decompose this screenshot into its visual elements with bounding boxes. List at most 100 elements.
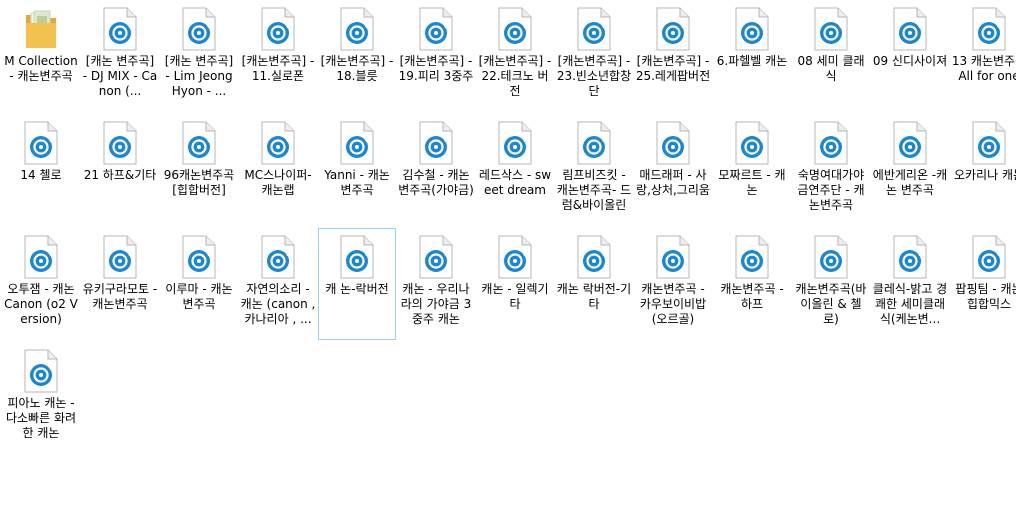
file-name-label: 캐논변주곡 - 하프 xyxy=(720,282,784,311)
audio-file-item[interactable]: Yanni - 캐논변주곡 xyxy=(318,114,396,226)
audio-file-item[interactable]: 오카리나 캐논 xyxy=(950,114,1016,226)
audio-file-item[interactable]: [캐논 변주곡] - DJ MIX - Canon (... xyxy=(81,0,159,112)
file-name-label: Yanni - 캐논변주곡 xyxy=(324,168,390,197)
audio-file-icon xyxy=(260,7,296,51)
file-name-label: [캐논변주곡] - 19.피리 3중주 xyxy=(398,54,474,83)
audio-file-item[interactable]: 매드래퍼 - 사랑,상처,그리움 xyxy=(634,114,712,226)
audio-file-icon xyxy=(23,349,59,393)
audio-file-item[interactable]: 캐논 - 우리나라의 가야금 3중주 캐논 xyxy=(397,228,475,340)
audio-file-item[interactable]: 림프비즈킷 - 캐논변주곡- 드럼&바이올린 xyxy=(555,114,633,226)
audio-file-item[interactable]: 14 첼로 xyxy=(2,114,80,226)
audio-file-icon xyxy=(655,235,691,279)
audio-file-item[interactable]: 6.파헬벨 캐논 xyxy=(713,0,791,112)
audio-file-item[interactable]: [캐논변주곡] - 18.블릇 xyxy=(318,0,396,112)
file-name-label: MC스나이퍼-캐논랩 xyxy=(244,168,312,197)
audio-file-icon xyxy=(181,235,217,279)
audio-file-icon xyxy=(734,235,770,279)
audio-file-item[interactable]: 피아노 캐논 - 다소빠른 화려한 캐논 xyxy=(2,342,80,454)
audio-file-icon xyxy=(892,121,928,165)
audio-file-item[interactable]: 모짜르트 - 캐논 xyxy=(713,114,791,226)
file-name-label: 오카리나 캐논 xyxy=(953,168,1016,182)
icon-row: 피아노 캐논 - 다소빠른 화려한 캐논 xyxy=(0,342,1016,456)
file-name-label: 피아노 캐논 - 다소빠른 화려한 캐논 xyxy=(5,396,77,440)
file-grid: M Collection - 캐논변주곡 [캐논 변주곡] - DJ MIX -… xyxy=(0,0,1016,506)
audio-file-item[interactable]: [캐논변주곡] - 23.빈소년합창단 xyxy=(555,0,633,112)
audio-file-icon xyxy=(734,7,770,51)
audio-file-item[interactable]: 김수철 - 캐논변주곡(가야금) xyxy=(397,114,475,226)
file-name-label: 캐논 락버전-기타 xyxy=(556,282,632,311)
audio-file-icon xyxy=(813,121,849,165)
file-name-label: 숙명여대가야금연주단 - 캐논변주곡 xyxy=(797,168,865,212)
audio-file-item[interactable]: MC스나이퍼-캐논랩 xyxy=(239,114,317,226)
audio-file-item[interactable]: [캐논변주곡] - 22.테크노 버전 xyxy=(476,0,554,112)
audio-file-icon xyxy=(813,7,849,51)
audio-file-icon xyxy=(181,121,217,165)
audio-file-item[interactable]: 96캐논변주곡[힙합버전] xyxy=(160,114,238,226)
audio-file-icon xyxy=(497,121,533,165)
file-name-label: 6.파헬벨 캐논 xyxy=(716,54,788,68)
audio-file-item[interactable]: 08 세미 클래식 xyxy=(792,0,870,112)
audio-file-item[interactable]: 캐논 - 일렉기타 xyxy=(476,228,554,340)
file-name-label: 이루마 - 캐논 변주곡 xyxy=(165,282,233,311)
audio-file-icon xyxy=(260,121,296,165)
audio-file-icon xyxy=(576,7,612,51)
icon-row: 14 첼로 21 하프&기타 96캐논변주곡[힙합버전] MC스나이퍼-캐논랩 … xyxy=(0,114,1016,228)
audio-file-item[interactable]: 유키구라모토 - 캐논변주곡 xyxy=(81,228,159,340)
file-name-label: 자연의소리 - 캐논 (canon , 카나리아 , ... xyxy=(240,282,316,326)
file-name-label: [캐논변주곡] - 25.레게팝버전 xyxy=(635,54,711,83)
audio-file-icon xyxy=(102,235,138,279)
audio-file-item[interactable]: 에반게리온 -캐논 변주곡 xyxy=(871,114,949,226)
audio-file-item[interactable]: 캐논변주곡(바이올린 & 첼로) xyxy=(792,228,870,340)
file-name-label: 림프비즈킷 - 캐논변주곡- 드럼&바이올린 xyxy=(556,168,632,212)
file-name-label: [캐논 변주곡] - DJ MIX - Canon (... xyxy=(82,54,158,98)
audio-file-icon xyxy=(418,7,454,51)
audio-file-item[interactable]: [캐논변주곡] - 19.피리 3중주 xyxy=(397,0,475,112)
file-name-label: 09 신디사이져 xyxy=(872,54,948,68)
audio-file-item[interactable]: 21 하프&기타 xyxy=(81,114,159,226)
file-name-label: M Collection - 캐논변주곡 xyxy=(4,54,78,83)
audio-file-item[interactable]: 오투잼 - 캐논 Canon (o2 Version) xyxy=(2,228,80,340)
audio-file-icon xyxy=(339,121,375,165)
audio-file-item[interactable]: 자연의소리 - 캐논 (canon , 카나리아 , ... xyxy=(239,228,317,340)
audio-file-icon xyxy=(102,7,138,51)
audio-file-icon xyxy=(497,7,533,51)
file-name-label: 13 캐논변주곡 All for one xyxy=(951,54,1016,83)
audio-file-item[interactable]: 09 신디사이져 xyxy=(871,0,949,112)
audio-file-icon xyxy=(655,7,691,51)
file-name-label: 매드래퍼 - 사랑,상처,그리움 xyxy=(636,168,710,197)
file-name-label: [캐논변주곡] - 23.빈소년합창단 xyxy=(556,54,632,98)
audio-file-icon xyxy=(181,7,217,51)
file-name-label: 캐논변주곡 - 카우보이비밥(오르골) xyxy=(639,282,707,326)
audio-file-item[interactable]: 캐논변주곡 - 카우보이비밥(오르골) xyxy=(634,228,712,340)
audio-file-item[interactable]: 캐논 락버전-기타 xyxy=(555,228,633,340)
audio-file-icon xyxy=(971,121,1007,165)
audio-file-icon xyxy=(576,121,612,165)
audio-file-item[interactable]: 숙명여대가야금연주단 - 캐논변주곡 xyxy=(792,114,870,226)
file-name-label: 오투잼 - 캐논 Canon (o2 Version) xyxy=(4,282,78,326)
audio-file-item[interactable]: 레드삭스 - sweet dream xyxy=(476,114,554,226)
audio-file-item[interactable]: [캐논변주곡] - 25.레게팝버전 xyxy=(634,0,712,112)
icon-row: 오투잼 - 캐논 Canon (o2 Version) 유키구라모토 - 캐논변… xyxy=(0,228,1016,342)
audio-file-item[interactable]: 팝핑팀 - 캐논힙합믹스 xyxy=(950,228,1016,340)
audio-file-item[interactable]: 이루마 - 캐논 변주곡 xyxy=(160,228,238,340)
audio-file-item[interactable]: [캐논 변주곡] - Lim Jeong Hyon - ... xyxy=(160,0,238,112)
audio-file-item[interactable]: 캐논변주곡 - 하프 xyxy=(713,228,791,340)
file-name-label: 레드삭스 - sweet dream xyxy=(478,168,552,197)
audio-file-icon xyxy=(260,235,296,279)
file-name-label: 에반게리온 -캐논 변주곡 xyxy=(872,168,948,197)
audio-file-item[interactable]: 13 캐논변주곡 All for one xyxy=(950,0,1016,112)
file-name-label: 캐논 - 일렉기타 xyxy=(481,282,549,311)
audio-file-item[interactable]: 클레식-밝고 경쾌한 세미클래식(케논변... xyxy=(871,228,949,340)
audio-file-item[interactable]: 캐 논-락버전 xyxy=(318,228,396,340)
file-name-label: 08 세미 클래식 xyxy=(797,54,865,83)
audio-file-icon xyxy=(576,235,612,279)
audio-file-icon xyxy=(23,121,59,165)
audio-file-item[interactable]: [캐논변주곡] - 11.실로폰 xyxy=(239,0,317,112)
folder-item[interactable]: M Collection - 캐논변주곡 xyxy=(2,0,80,112)
icon-row: M Collection - 캐논변주곡 [캐논 변주곡] - DJ MIX -… xyxy=(0,0,1016,114)
audio-file-icon xyxy=(734,121,770,165)
file-name-label: 캐논 - 우리나라의 가야금 3중주 캐논 xyxy=(400,282,472,326)
audio-file-icon xyxy=(497,235,533,279)
file-name-label: 캐논변주곡(바이올린 & 첼로) xyxy=(795,282,867,326)
audio-file-icon xyxy=(971,7,1007,51)
